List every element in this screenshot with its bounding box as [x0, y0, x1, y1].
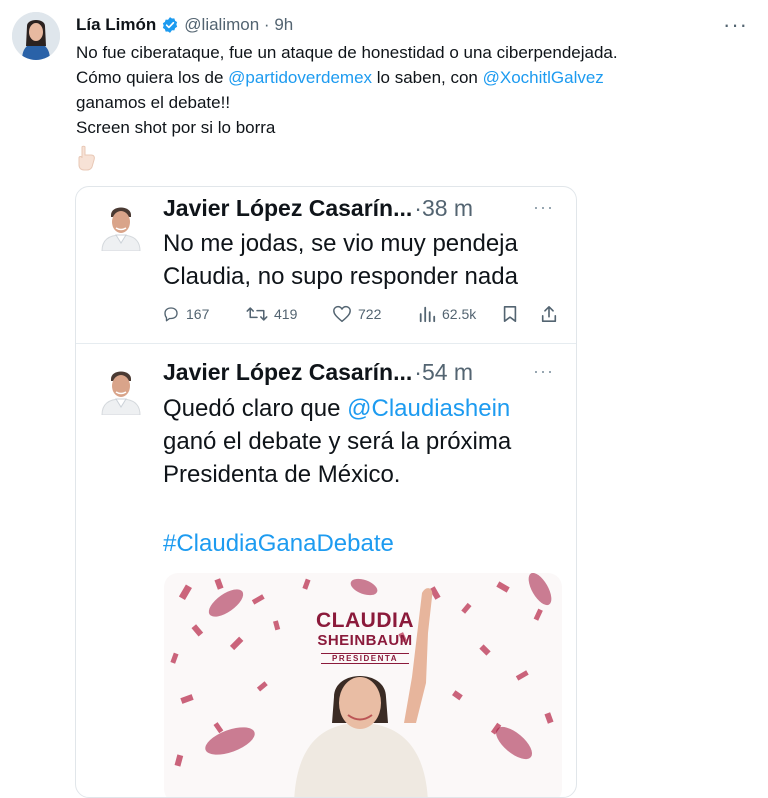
- sub-more-icon: ···: [533, 361, 554, 381]
- text-segment: Cómo quiera los de: [76, 68, 229, 87]
- text-segment: ganó el debate y será la próxima: [163, 428, 512, 455]
- text-line: ganamos el debate!!: [76, 90, 756, 115]
- sub-tweet-text: No me jodas, se vio muy pendeja Claudia,…: [163, 227, 563, 293]
- text-line: Quedó claro que @Claudiashein: [163, 392, 563, 425]
- sub-timestamp: ·54 m: [414, 359, 474, 385]
- retweet-count: 419: [274, 306, 298, 322]
- poster-line: PRESIDENTA: [321, 653, 409, 664]
- pointing-down-hand-icon: [76, 145, 98, 171]
- mention-link[interactable]: @partidoverdemex: [228, 68, 372, 87]
- retweet-icon: [246, 307, 268, 321]
- action-bar: 167 419 722 62.5k: [162, 305, 562, 329]
- bookmark-icon: [502, 305, 524, 323]
- text-line: ganó el debate y será la próxima: [163, 425, 563, 458]
- sub-text-line: Claudia, no supo responder nada: [163, 263, 518, 290]
- reply-icon: [164, 307, 178, 322]
- text-line: Cómo quiera los de @partidoverdemex lo s…: [76, 65, 756, 90]
- hashtag-link: #ClaudiaGanaDebate: [163, 530, 394, 557]
- mention-link: @Claudiashein: [347, 395, 511, 422]
- author-name[interactable]: Lía Limón: [76, 15, 156, 35]
- sub-tweet-text: Quedó claro que @Claudiashein ganó el deb…: [163, 392, 563, 491]
- sub-author-name: Javier López Casarín...: [163, 195, 413, 221]
- sub-more-icon: ···: [533, 197, 554, 217]
- tweet-text: No fue ciberataque, fue un ataque de hon…: [76, 40, 756, 140]
- sub-tweet-header: Javier López Casarín... ·38 m: [163, 195, 558, 222]
- divider: [76, 343, 576, 344]
- views-icon: [419, 306, 436, 323]
- retweet-action: 419: [246, 305, 297, 323]
- campaign-poster-image: CLAUDIA SHEINBAUM PRESIDENTA: [164, 573, 562, 797]
- sub-author-name: Javier López Casarín...: [163, 359, 413, 385]
- poster-line: SHEINBAUM: [317, 632, 413, 649]
- sub-timestamp: ·38 m: [414, 195, 474, 221]
- like-count: 722: [358, 306, 382, 322]
- views-action: 62.5k: [418, 305, 476, 323]
- text-segment: Presidenta de México.: [163, 461, 401, 488]
- sub-avatar: [100, 363, 142, 415]
- poster-line: CLAUDIA: [316, 609, 414, 632]
- views-count: 62.5k: [442, 306, 477, 322]
- tweet-header: Lía Limón @lialimon · 9h: [76, 14, 748, 36]
- poster-brand-text: CLAUDIA SHEINBAUM PRESIDENTA: [305, 609, 425, 664]
- embedded-screenshot: Javier López Casarín... ·38 m ··· No me …: [75, 186, 577, 798]
- text-segment: Quedó claro que: [163, 395, 348, 422]
- text-line: No fue ciberataque, fue un ataque de hon…: [76, 40, 756, 65]
- text-segment: ganamos el debate!!: [76, 93, 231, 112]
- sub-tweet-header: Javier López Casarín... ·54 m: [163, 359, 558, 386]
- reply-action: 167: [162, 305, 209, 323]
- verified-badge-icon: [163, 17, 178, 33]
- sub-avatar: [100, 199, 142, 251]
- text-line: Presidenta de México.: [163, 458, 563, 491]
- mention-link[interactable]: @XochitlGalvez: [483, 68, 604, 87]
- author-avatar[interactable]: [12, 12, 60, 60]
- text-segment: No fue ciberataque, fue un ataque de hon…: [76, 43, 618, 62]
- reply-count: 167: [186, 306, 210, 322]
- more-options-icon[interactable]: ···: [723, 12, 748, 38]
- text-line: Screen shot por si lo borra: [76, 115, 756, 140]
- author-handle[interactable]: @lialimon · 9h: [184, 15, 293, 35]
- text-segment: lo saben, con: [372, 68, 483, 87]
- like-action: 722: [332, 305, 381, 323]
- heart-icon: [333, 305, 351, 323]
- share-icon: [540, 305, 564, 323]
- text-segment: Screen shot por si lo borra: [76, 118, 276, 137]
- sub-text-line: No me jodas, se vio muy pendeja: [163, 230, 518, 257]
